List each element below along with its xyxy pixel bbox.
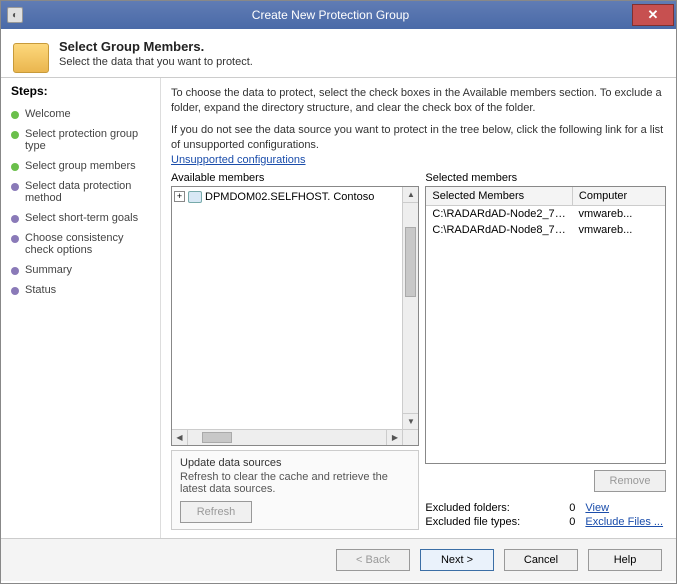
step-item[interactable]: Welcome	[11, 104, 154, 124]
cancel-button[interactable]: Cancel	[504, 549, 578, 571]
scroll-left-icon[interactable]: ◀	[172, 430, 188, 445]
step-label: Select data protection method	[25, 180, 154, 204]
step-label: Status	[25, 284, 56, 296]
scroll-down-icon[interactable]: ▼	[403, 413, 418, 429]
step-item[interactable]: Summary	[11, 260, 154, 280]
titlebar: ◐ Create New Protection Group ✕	[1, 1, 676, 29]
column-computer[interactable]: Computer	[573, 187, 665, 205]
step-bullet-icon	[11, 215, 19, 223]
scroll-up-icon[interactable]: ▲	[403, 187, 418, 203]
scroll-right-icon[interactable]: ▶	[386, 430, 402, 445]
excluded-types-label: Excluded file types:	[425, 516, 545, 528]
main-pane: To choose the data to protect, select th…	[161, 78, 676, 538]
next-button[interactable]: Next >	[420, 549, 494, 571]
app-icon: ◐	[7, 7, 23, 23]
refresh-button[interactable]: Refresh	[180, 501, 252, 523]
page-subtitle: Select the data that you want to protect…	[59, 56, 253, 68]
step-bullet-icon	[11, 267, 19, 275]
help-button[interactable]: Help	[588, 549, 662, 571]
steps-pane: Steps: Welcome Select protection group ty…	[1, 78, 161, 538]
back-button[interactable]: < Back	[336, 549, 410, 571]
update-data-sources-group: Update data sources Refresh to clear the…	[171, 450, 419, 530]
list-cell-computer: vmwareb...	[573, 206, 665, 222]
step-bullet-icon	[11, 163, 19, 171]
tree-node[interactable]: + DPMDOM02.SELFHOST. Contoso	[174, 189, 400, 205]
page-title: Select Group Members.	[59, 39, 253, 54]
members-icon	[13, 43, 49, 73]
steps-heading: Steps:	[11, 84, 154, 98]
step-label: Select protection group type	[25, 128, 154, 152]
list-cell-path: C:\RADARdAD-Node8_7-26-6-...	[426, 222, 572, 238]
expand-icon[interactable]: +	[174, 191, 185, 202]
step-item[interactable]: Status	[11, 280, 154, 300]
close-button[interactable]: ✕	[632, 4, 674, 26]
tree-horizontal-scrollbar[interactable]: ◀ ▶	[172, 429, 402, 445]
selected-members-list[interactable]: Selected Members Computer C:\RADARdAD-No…	[425, 186, 666, 464]
list-cell-computer: vmwareb...	[573, 222, 665, 238]
step-label: Select group members	[25, 160, 136, 172]
scroll-corner	[402, 429, 418, 445]
step-bullet-icon	[11, 111, 19, 119]
server-icon	[188, 191, 202, 203]
excluded-folders-label: Excluded folders:	[425, 502, 545, 514]
wizard-header: Select Group Members. Select the data th…	[1, 29, 676, 78]
step-label: Choose consistency check options	[25, 232, 154, 256]
step-item[interactable]: Select protection group type	[11, 124, 154, 156]
update-desc: Refresh to clear the cache and retrieve …	[180, 471, 410, 495]
update-title: Update data sources	[180, 457, 410, 469]
scroll-thumb[interactable]	[405, 227, 416, 297]
excluded-folders-count: 0	[555, 502, 575, 514]
step-bullet-icon	[11, 131, 19, 139]
list-cell-path: C:\RADARdAD-Node2_7-26-6-...	[426, 206, 572, 222]
available-members-tree[interactable]: + DPMDOM02.SELFHOST. Contoso ▲ ▼ ◀ ▶	[171, 186, 419, 446]
step-item[interactable]: Choose consistency check options	[11, 228, 154, 260]
remove-button[interactable]: Remove	[594, 470, 666, 492]
intro-text-2: If you do not see the data source you wa…	[171, 123, 666, 154]
excluded-summary: Excluded folders: 0 View Excluded file t…	[425, 500, 666, 530]
list-item[interactable]: C:\RADARdAD-Node2_7-26-6-...vmwareb...	[426, 206, 665, 222]
step-bullet-icon	[11, 183, 19, 191]
excluded-folders-view-link[interactable]: View	[585, 502, 609, 514]
step-label: Welcome	[25, 108, 71, 120]
step-label: Summary	[25, 264, 72, 276]
wizard-footer: < Back Next > Cancel Help	[1, 538, 676, 581]
excluded-types-count: 0	[555, 516, 575, 528]
unsupported-configs-link[interactable]: Unsupported configurations	[171, 154, 666, 166]
exclude-files-link[interactable]: Exclude Files ...	[585, 516, 663, 528]
selected-members-label: Selected members	[425, 172, 666, 184]
step-item[interactable]: Select group members	[11, 156, 154, 176]
step-bullet-icon	[11, 235, 19, 243]
list-item[interactable]: C:\RADARdAD-Node8_7-26-6-...vmwareb...	[426, 222, 665, 238]
selected-members-header: Selected Members Computer	[426, 187, 665, 206]
intro-text-1: To choose the data to protect, select th…	[171, 86, 666, 117]
available-members-label: Available members	[171, 172, 419, 184]
step-label: Select short-term goals	[25, 212, 138, 224]
tree-node-label: DPMDOM02.SELFHOST. Contoso	[205, 191, 374, 203]
window-title: Create New Protection Group	[29, 8, 632, 22]
step-item[interactable]: Select data protection method	[11, 176, 154, 208]
hscroll-thumb[interactable]	[202, 432, 232, 443]
column-selected-members[interactable]: Selected Members	[426, 187, 573, 205]
step-item[interactable]: Select short-term goals	[11, 208, 154, 228]
close-icon: ✕	[648, 7, 659, 23]
step-bullet-icon	[11, 287, 19, 295]
tree-vertical-scrollbar[interactable]: ▲ ▼	[402, 187, 418, 429]
